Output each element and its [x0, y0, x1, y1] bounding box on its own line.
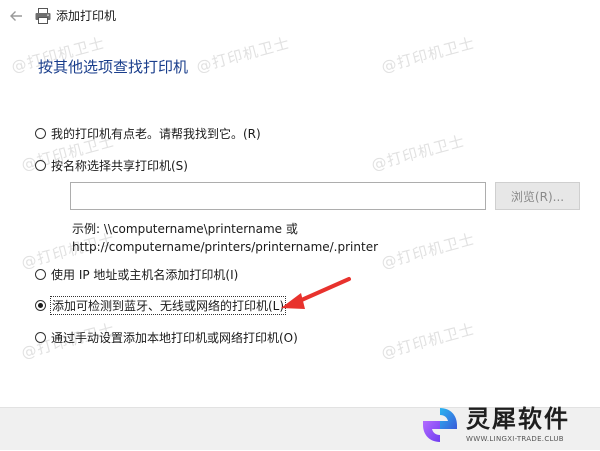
shared-printer-name-input[interactable] [70, 182, 486, 210]
watermark-text: @打印机卫士 [194, 33, 292, 77]
brand-name: 灵犀软件 [466, 405, 570, 433]
brand-url: WWW.LINGXI-TRADE.CLUB [466, 435, 564, 443]
watermark-text: @打印机卫士 [379, 319, 477, 363]
annotation-arrow-icon [281, 277, 351, 309]
watermark-text: @打印机卫士 [379, 33, 477, 77]
radio-button[interactable] [35, 268, 46, 280]
printer-icon [35, 8, 51, 24]
option-label: 通过手动设置添加本地打印机或网络打印机(O) [51, 330, 298, 345]
page-heading: 按其他选项查找打印机 [38, 58, 189, 76]
title-bar: 添加打印机 [0, 0, 600, 32]
watermark-text: @打印机卫士 [369, 131, 467, 175]
back-button[interactable] [5, 5, 27, 27]
radio-button[interactable] [35, 159, 46, 171]
watermark-text: @打印机卫士 [379, 229, 477, 273]
radio-button-selected[interactable] [35, 299, 46, 311]
back-arrow-icon [10, 11, 22, 21]
browse-button[interactable]: 浏览(R)... [495, 182, 580, 210]
radio-button[interactable] [35, 127, 46, 139]
radio-button[interactable] [35, 331, 46, 343]
brand-watermark: 灵犀软件 WWW.LINGXI-TRADE.CLUB [418, 402, 600, 450]
option-bluetooth-wireless-network[interactable]: 添加可检测到蓝牙、无线或网络的打印机(L) [35, 295, 287, 315]
brand-logo-icon [423, 408, 457, 442]
example-text: 示例: \\computername\printername 或 http://… [72, 220, 378, 256]
example-line-1: 示例: \\computername\printername 或 [72, 222, 298, 236]
option-manual-local-network[interactable]: 通过手动设置添加本地打印机或网络打印机(O) [35, 328, 298, 346]
example-line-2: http://computername/printers/printername… [72, 240, 379, 254]
option-ip-address[interactable]: 使用 IP 地址或主机名添加打印机(I) [35, 265, 238, 283]
option-label: 按名称选择共享打印机(S) [51, 158, 188, 173]
option-label: 添加可检测到蓝牙、无线或网络的打印机(L) [49, 295, 287, 315]
window-title: 添加打印机 [56, 9, 117, 23]
option-old-printer[interactable]: 我的打印机有点老。请帮我找到它。(R) [35, 124, 261, 142]
option-label: 我的打印机有点老。请帮我找到它。(R) [51, 126, 261, 141]
option-shared-printer-by-name[interactable]: 按名称选择共享打印机(S) [35, 156, 188, 174]
option-label: 使用 IP 地址或主机名添加打印机(I) [51, 267, 239, 282]
